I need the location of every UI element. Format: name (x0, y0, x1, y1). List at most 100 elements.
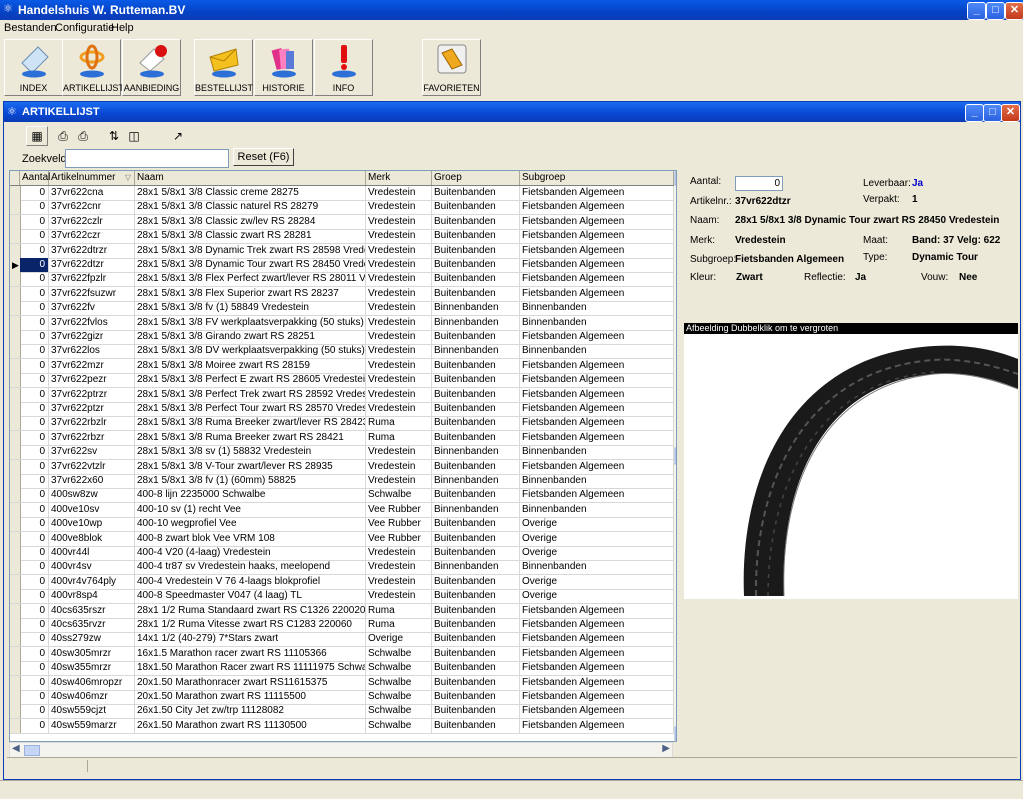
cell-aantal[interactable]: 0 (20, 502, 49, 517)
cell-aantal[interactable]: 0 (20, 603, 49, 618)
properties-icon[interactable]: ▦ (26, 126, 48, 146)
table-row[interactable]: 0 40sw559marzr 26x1.50 Marathon zwart RS 1… (10, 718, 674, 734)
scroll-right-icon[interactable]: ▶ (662, 743, 670, 754)
menu-configuratie[interactable]: Configuratie (55, 22, 114, 34)
table-row[interactable]: 0 37vr622dtrzr 28x1 5/8x1 3/8 Dynamic Trek… (10, 243, 674, 259)
grid-vertical-scrollbar[interactable] (674, 171, 676, 741)
cell-aantal[interactable]: 0 (20, 373, 49, 388)
table-row[interactable]: 0 37vr622fvlos 28x1 5/8x1 3/8 FV werkplaat… (10, 315, 674, 331)
reset-button[interactable]: Reset (F6) (233, 148, 294, 166)
cell-aantal[interactable]: 0 (20, 301, 49, 316)
table-row[interactable]: 0 40sw305mrzr 16x1.5 Marathon racer zwart … (10, 646, 674, 662)
cell-aantal[interactable]: 0 (20, 560, 49, 575)
cell-aantal[interactable]: 0 (20, 517, 49, 532)
table-row[interactable]: 0 37vr622vtzlr 28x1 5/8x1 3/8 V-Tour zwart… (10, 459, 674, 475)
historie-button[interactable]: HISTORIE (254, 39, 313, 96)
close-button[interactable]: ✕ (1005, 2, 1023, 20)
cell-aantal[interactable]: 0 (20, 690, 49, 704)
child-close-button[interactable]: ✕ (1001, 104, 1020, 122)
table-row[interactable]: 0 400ve10wp 400-10 wegprofiel Vee Vee Rubbe… (10, 517, 674, 533)
header-merk[interactable]: Merk (366, 171, 432, 185)
cell-aantal[interactable]: 0 (20, 675, 49, 690)
cell-aantal[interactable]: 0 (20, 445, 49, 460)
table-row[interactable]: 0 37vr622gizr 28x1 5/8x1 3/8 Girando zwart… (10, 330, 674, 345)
cell-aantal[interactable]: 0 (20, 646, 49, 661)
table-row[interactable]: 0 37vr622ptzr 28x1 5/8x1 3/8 Perfect Tour … (10, 402, 674, 417)
print-icon[interactable]: ⎙ (52, 126, 74, 146)
cell-aantal[interactable]: 0 (20, 574, 49, 589)
table-row[interactable]: 0 40sw406mzr 20x1.50 Marathon zwart RS 111… (10, 690, 674, 705)
cell-aantal[interactable]: 0 (20, 430, 49, 445)
cell-aantal[interactable]: 0 (20, 330, 49, 344)
table-row[interactable]: 0 40sw355mrzr 18x1.50 Marathon Racer zwart… (10, 661, 674, 677)
table-row[interactable]: 0 37vr622rbzlr 28x1 5/8x1 3/8 Ruma Breeker… (10, 416, 674, 432)
table-row[interactable]: 0 37vr622fpzlr 28x1 5/8x1 3/8 Flex Perfect… (10, 272, 674, 288)
table-row[interactable]: 0 400ve10sv 400-10 sv (1) recht Vee Vee Rub… (10, 502, 674, 518)
table-row[interactable]: 0 37vr622mzr 28x1 5/8x1 3/8 Moiree zwart R… (10, 358, 674, 374)
header-artikelnummer[interactable]: Artikelnummer ▽ (49, 171, 135, 185)
cell-aantal[interactable]: 0 (20, 488, 49, 503)
header-groep[interactable]: Groep (432, 171, 520, 185)
table-row[interactable]: 0 40sw406mropzr 20x1.50 Marathonracer zwar… (10, 675, 674, 691)
cell-aantal[interactable]: 0 (20, 286, 49, 301)
cell-aantal[interactable]: 0 (20, 632, 49, 647)
cell-aantal[interactable]: 0 (20, 186, 49, 200)
cell-aantal[interactable]: 0 (20, 344, 49, 359)
table-row[interactable]: 0 400vr4sv 400-4 tr87 sv Vredestein haaks,… (10, 560, 674, 576)
cell-aantal[interactable]: 0 (20, 214, 49, 229)
hscroll-thumb[interactable] (24, 745, 40, 756)
search-input[interactable] (65, 149, 229, 168)
header-subgroep[interactable]: Subgroep (520, 171, 674, 185)
child-maximize-button[interactable]: □ (983, 104, 1002, 122)
scroll-left-icon[interactable]: ◀ (12, 743, 20, 754)
table-row[interactable]: 0 37vr622cnr 28x1 5/8x1 3/8 Classic nature… (10, 200, 674, 216)
table-row[interactable]: 0 40ss279zw 14x1 1/2 (40-279) 7*Stars zwar… (10, 632, 674, 648)
cell-aantal[interactable]: 0 (20, 416, 49, 431)
cell-aantal[interactable]: 0 (20, 200, 49, 215)
cell-aantal[interactable]: 0 (20, 258, 49, 272)
table-row[interactable]: 0 400sw8zw 400-8 lijn 2235000 Schwalbe Schw… (10, 488, 674, 504)
table-row[interactable]: 0 37vr622pezr 28x1 5/8x1 3/8 Perfect E zwa… (10, 373, 674, 389)
cell-aantal[interactable]: 0 (20, 704, 49, 719)
table-row[interactable]: 0 40cs635rvzr 28x1 1/2 Ruma Vitesse zwart … (10, 618, 674, 633)
cell-aantal[interactable]: 0 (20, 358, 49, 373)
cell-aantal[interactable]: 0 (20, 459, 49, 474)
aanbieding-button[interactable]: AANBIEDING (122, 39, 181, 96)
table-row[interactable]: 0 37vr622los 28x1 5/8x1 3/8 DV werkplaatsv… (10, 344, 674, 360)
child-minimize-button[interactable]: _ (965, 104, 984, 122)
print-preview-icon[interactable]: ⎙ (72, 126, 94, 146)
bestellijst-button[interactable]: BESTELLIJST (194, 39, 253, 96)
columns-icon[interactable]: ◫ (123, 126, 145, 146)
grid-horizontal-scrollbar[interactable]: ◀ ▶ (9, 742, 673, 758)
cell-aantal[interactable]: 0 (20, 402, 49, 416)
cell-aantal[interactable]: 0 (20, 474, 49, 488)
minimize-button[interactable]: _ (967, 2, 986, 20)
table-row[interactable]: 0 37vr622ptrzr 28x1 5/8x1 3/8 Perfect Trek… (10, 387, 674, 403)
export-icon[interactable]: ↗ (167, 126, 189, 146)
cell-aantal[interactable]: 0 (20, 272, 49, 287)
cell-aantal[interactable]: 0 (20, 315, 49, 330)
cell-aantal[interactable]: 0 (20, 531, 49, 546)
aantal-input[interactable] (735, 176, 783, 191)
cell-aantal[interactable]: 0 (20, 243, 49, 258)
header-aantal[interactable]: Aantal (20, 171, 50, 185)
sort-icon[interactable]: ⇅ (103, 126, 125, 146)
table-row[interactable]: 0 37vr622rbzr 28x1 5/8x1 3/8 Ruma Breeker … (10, 430, 674, 446)
index-button[interactable]: INDEX (4, 39, 63, 96)
table-row[interactable]: 0 37vr622czr 28x1 5/8x1 3/8 Classic zwart … (10, 229, 674, 245)
table-row[interactable]: 0 37vr622x60 28x1 5/8x1 3/8 fv (1) (60mm) … (10, 474, 674, 489)
table-row[interactable]: 0 37vr622czlr 28x1 5/8x1 3/8 Classic zw/le… (10, 214, 674, 230)
cell-aantal[interactable]: 0 (20, 387, 49, 402)
table-row[interactable]: 0 400vr4v764ply 400-4 Vredestein V 76 4-la… (10, 574, 674, 590)
table-row[interactable]: 0 400vr8sp4 400-8 Speedmaster V047 (4 laag… (10, 589, 674, 605)
cell-aantal[interactable]: 0 (20, 229, 49, 244)
cell-aantal[interactable]: 0 (20, 718, 49, 733)
header-naam[interactable]: Naam (135, 171, 366, 185)
cell-aantal[interactable]: 0 (20, 546, 49, 560)
cell-aantal[interactable]: 0 (20, 618, 49, 632)
table-row[interactable]: ▶ 0 37vr622dtzr 28x1 5/8x1 3/8 Dynamic Tour… (10, 258, 674, 273)
table-row[interactable]: 0 37vr622fsuzwr 28x1 5/8x1 3/8 Flex Superi… (10, 286, 674, 302)
menu-bestanden[interactable]: Bestanden (4, 22, 57, 34)
table-row[interactable]: 0 40cs635rszr 28x1 1/2 Ruma Standaard zwar… (10, 603, 674, 619)
table-row[interactable]: 0 37vr622fv 28x1 5/8x1 3/8 fv (1) 58849 Vr… (10, 301, 674, 317)
